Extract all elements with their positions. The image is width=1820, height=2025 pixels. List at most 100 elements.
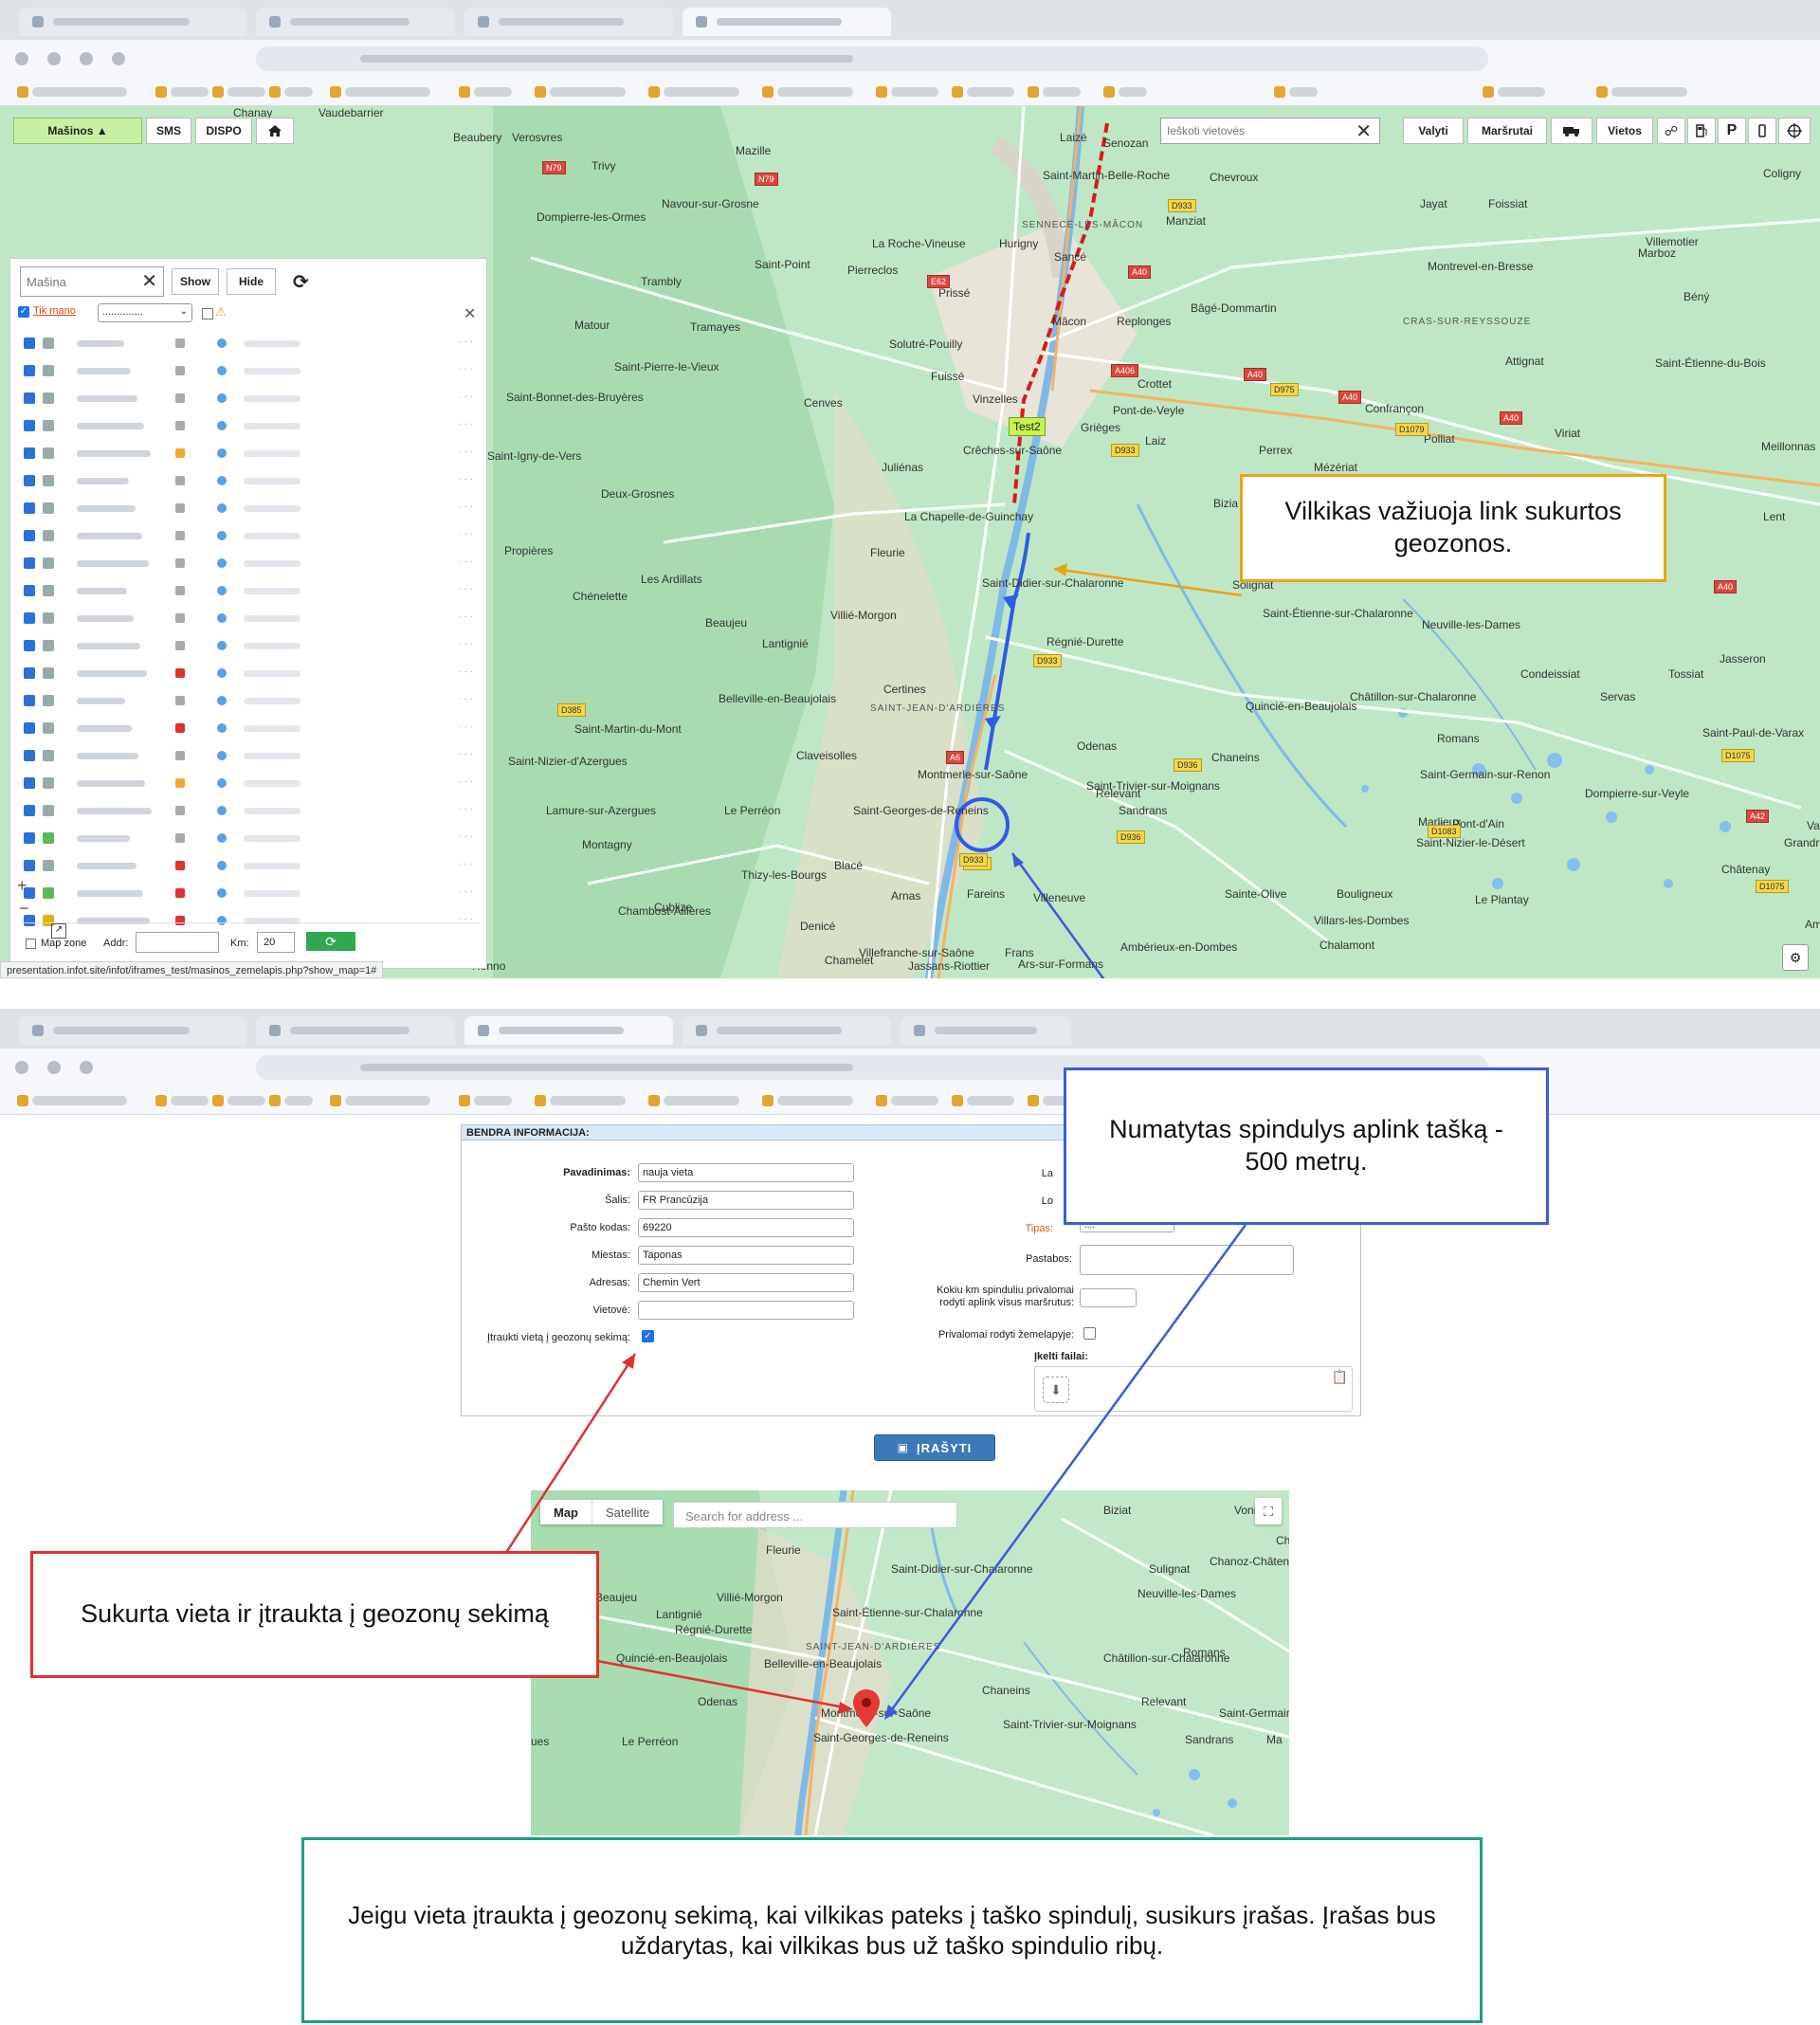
- vehicle-row-part: [217, 476, 227, 485]
- vehicle-filter-select[interactable]: .............. ⌄: [98, 303, 192, 322]
- browser-tab[interactable]: [901, 1016, 1071, 1045]
- forward-icon[interactable]: [47, 1061, 61, 1074]
- country-input[interactable]: FR Prancūzija: [638, 1191, 854, 1210]
- phone-button[interactable]: [1748, 118, 1776, 144]
- address-input[interactable]: Chemin Vert: [638, 1273, 854, 1292]
- fullscreen-button[interactable]: ⛶: [1255, 1498, 1282, 1524]
- show-button[interactable]: Show: [172, 268, 219, 295]
- geozone-marker-label[interactable]: Test2: [1009, 417, 1046, 436]
- name-input[interactable]: nauja vieta: [638, 1163, 854, 1182]
- fuel-button[interactable]: [1687, 118, 1716, 144]
- vehicle-row[interactable]: · · ·: [20, 663, 481, 684]
- back-icon[interactable]: [15, 52, 28, 65]
- vehicle-row-part: · · ·: [458, 749, 473, 759]
- addr-input[interactable]: [136, 932, 219, 953]
- browser-tab[interactable]: [19, 8, 246, 36]
- expand-map-button[interactable]: ↗: [51, 923, 66, 939]
- only-mine-label[interactable]: Tik mano: [33, 305, 76, 317]
- browser-tab[interactable]: [256, 8, 455, 36]
- satellite-tab[interactable]: Satellite: [592, 1500, 663, 1524]
- address-bar[interactable]: [256, 46, 1488, 71]
- vehicle-row[interactable]: · · ·: [20, 910, 481, 931]
- route-badge: D1079: [1395, 423, 1429, 436]
- vehicle-row[interactable]: · · ·: [20, 828, 481, 848]
- browser-tab[interactable]: [19, 1016, 246, 1045]
- place-map[interactable]: BiziatVonnasChaveyriatFleurieChanoz-Chât…: [531, 1490, 1289, 1835]
- places-button[interactable]: Vietos: [1596, 118, 1653, 144]
- vehicle-row[interactable]: · · ·: [20, 470, 481, 491]
- sms-button[interactable]: SMS: [146, 118, 191, 144]
- vehicle-row[interactable]: · · ·: [20, 773, 481, 794]
- vehicle-row[interactable]: · · ·: [20, 498, 481, 519]
- vehicle-row[interactable]: · · ·: [20, 718, 481, 739]
- truck-button[interactable]: [1551, 118, 1592, 144]
- address-search-input[interactable]: Search for address ...: [673, 1502, 957, 1528]
- back-icon[interactable]: [15, 1061, 28, 1074]
- km-input[interactable]: 20: [257, 932, 295, 953]
- city-input[interactable]: Taponas: [638, 1246, 854, 1265]
- vehicle-row[interactable]: · · ·: [20, 443, 481, 464]
- save-button[interactable]: ▣ ĮRAŠYTI: [874, 1434, 995, 1461]
- clear-search-icon[interactable]: ✕: [1356, 119, 1372, 143]
- vehicles-toggle-button[interactable]: Mašinos ▲: [13, 118, 142, 144]
- browser-tab[interactable]: [682, 1016, 891, 1045]
- clipboard-icon[interactable]: 📋: [1332, 1369, 1348, 1385]
- vehicle-row[interactable]: · · ·: [20, 635, 481, 656]
- vehicle-row[interactable]: · · ·: [20, 745, 481, 766]
- forward-icon[interactable]: [47, 52, 61, 65]
- vehicle-row[interactable]: · · ·: [20, 553, 481, 574]
- crosshair-button[interactable]: [1778, 118, 1811, 144]
- home-button[interactable]: [256, 118, 294, 144]
- layers-button[interactable]: ⚙: [1782, 944, 1809, 971]
- reload-icon[interactable]: [80, 1061, 93, 1074]
- browser-tab-active[interactable]: [464, 1016, 673, 1045]
- reload-icon[interactable]: [80, 52, 93, 65]
- location-pin-icon[interactable]: [853, 1689, 880, 1727]
- vehicle-row[interactable]: · · ·: [20, 800, 481, 821]
- show-on-map-checkbox[interactable]: [1083, 1327, 1096, 1340]
- vehicle-row[interactable]: · · ·: [20, 388, 481, 409]
- routes-button[interactable]: Maršrutai: [1467, 118, 1547, 144]
- upload-icon[interactable]: ⬇: [1043, 1377, 1069, 1403]
- home-icon[interactable]: [112, 52, 125, 65]
- vehicle-search-input[interactable]: Mašina ✕: [20, 266, 164, 297]
- traffic-button[interactable]: ☍: [1657, 118, 1685, 144]
- vehicle-row[interactable]: · · ·: [20, 855, 481, 876]
- only-mine-checkbox[interactable]: ✓: [18, 306, 29, 318]
- locality-input[interactable]: [638, 1301, 854, 1320]
- vehicle-row[interactable]: · · ·: [20, 333, 481, 354]
- map-zone-checkbox[interactable]: [26, 939, 36, 949]
- vehicle-row[interactable]: · · ·: [20, 690, 481, 711]
- place-search-input[interactable]: Ieškoti vietovės ✕: [1160, 118, 1380, 144]
- vehicle-row[interactable]: · · ·: [20, 415, 481, 436]
- file-dropzone[interactable]: ⬇ 📋: [1034, 1366, 1353, 1412]
- vehicle-row[interactable]: · · ·: [20, 608, 481, 629]
- browser-tab[interactable]: [464, 8, 673, 36]
- browser-tab[interactable]: [256, 1016, 455, 1045]
- vehicle-row[interactable]: · · ·: [20, 525, 481, 546]
- postal-input[interactable]: 69220: [638, 1218, 854, 1237]
- apply-zone-button[interactable]: ⟳: [306, 932, 355, 951]
- vehicle-row-part: [43, 338, 54, 349]
- tools-icon[interactable]: ✕: [464, 304, 476, 323]
- dispo-button[interactable]: DISPO: [195, 118, 252, 144]
- vehicle-row[interactable]: · · ·: [20, 580, 481, 601]
- vehicle-row-part: [217, 641, 227, 650]
- vehicle-map[interactable]: Chanay Vaudebarrier Beaubery Verosvres Trivy…: [0, 106, 1820, 978]
- clear-vehicle-search-icon[interactable]: ✕: [141, 269, 157, 293]
- clear-button[interactable]: Valyti: [1403, 118, 1464, 144]
- zoom-in-button[interactable]: +: [17, 876, 27, 896]
- warning-checkbox[interactable]: [202, 308, 213, 319]
- geofence-checkbox[interactable]: ✓: [642, 1330, 654, 1342]
- vehicle-row[interactable]: · · ·: [20, 883, 481, 903]
- hide-button[interactable]: Hide: [227, 268, 276, 295]
- browser-tab-active[interactable]: [682, 8, 891, 36]
- route-radius-input[interactable]: [1080, 1288, 1137, 1307]
- zoom-out-button[interactable]: −: [19, 899, 29, 919]
- notes-textarea[interactable]: [1080, 1245, 1294, 1275]
- vehicle-row[interactable]: · · ·: [20, 360, 481, 381]
- map-tab[interactable]: Map: [540, 1500, 592, 1524]
- route-badge: D936: [1117, 830, 1145, 844]
- refresh-icon[interactable]: ⟳: [293, 270, 309, 294]
- parking-button[interactable]: P: [1718, 118, 1746, 144]
